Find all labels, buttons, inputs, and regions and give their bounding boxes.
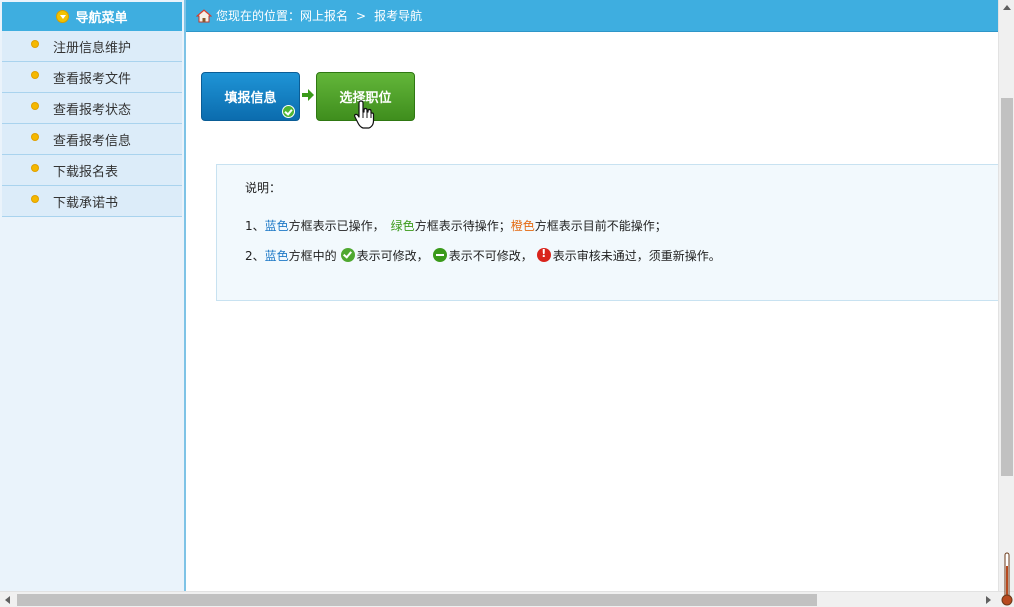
check-icon (282, 105, 295, 118)
legend-text: 方框中的 (288, 248, 337, 263)
line-number: 2、 (245, 248, 265, 263)
line-number: 1、 (245, 218, 265, 233)
editable-check-icon (340, 248, 355, 262)
rejected-alert-icon (536, 247, 551, 262)
horizontal-scroll-thumb[interactable] (17, 594, 817, 606)
sidebar-item-download-pledge[interactable]: 下载承诺书 (2, 186, 182, 217)
instructions-line-2: 2、 蓝色 方框中的 表示可修改， 表示不可修改， 表示审核未通过，须重新操作。 (245, 240, 998, 270)
sidebar-item-label: 查看报考状态 (53, 102, 132, 118)
bullet-icon (32, 196, 38, 202)
bullet-icon (32, 41, 38, 47)
sidebar-item-label: 查看报考信息 (53, 133, 132, 149)
scroll-up-arrow-icon[interactable] (1003, 5, 1011, 10)
sidebar-item-label: 下载承诺书 (53, 195, 119, 211)
home-icon (196, 8, 212, 22)
breadcrumb-item-online-registration[interactable]: 网上报名 (300, 7, 348, 24)
sidebar: 导航菜单 注册信息维护 查看报考文件 查看报考状态 查看报考信息 下载报名表 下… (0, 0, 186, 591)
bullet-icon (32, 165, 38, 171)
sidebar-item-exam-files[interactable]: 查看报考文件 (2, 62, 182, 93)
breadcrumb-separator: > (356, 8, 367, 23)
step-fill-info-button[interactable]: 填报信息 (201, 72, 300, 121)
arrow-right-icon (302, 89, 314, 101)
breadcrumb-item-exam-navigation: 报考导航 (374, 9, 423, 23)
thermometer-icon (1001, 552, 1013, 606)
vertical-scrollbar[interactable] (998, 0, 1014, 591)
legend-green: 绿色 (390, 218, 415, 233)
legend-not-editable-text: 表示不可修改， (448, 248, 533, 263)
sidebar-item-download-form[interactable]: 下载报名表 (2, 155, 182, 186)
legend-rejected-text: 表示审核未通过，须重新操作。 (552, 248, 721, 263)
sidebar-title: 导航菜单 (75, 11, 128, 26)
scroll-right-arrow-icon[interactable] (986, 596, 991, 604)
sidebar-item-exam-status[interactable]: 查看报考状态 (2, 93, 182, 124)
bullet-icon (32, 72, 38, 78)
sidebar-item-label: 注册信息维护 (53, 40, 132, 56)
legend-green-text: 方框表示待操作； (414, 218, 511, 233)
breadcrumb: 您现在的位置： 网上报名 > 报考导航 (186, 0, 998, 32)
instructions-line-1: 1、 蓝色 方框表示已操作， 绿色 方框表示待操作； 橙色 方框表示目前不能操作… (245, 210, 998, 240)
sidebar-item-label: 下载报名表 (53, 164, 119, 180)
collapse-arrow-icon[interactable] (56, 10, 70, 23)
horizontal-scrollbar[interactable] (0, 591, 1014, 607)
sidebar-item-exam-info[interactable]: 查看报考信息 (2, 124, 182, 155)
bullet-icon (32, 134, 38, 140)
sidebar-item-label: 查看报考文件 (53, 71, 132, 87)
step-label: 填报信息 (224, 91, 277, 106)
scroll-left-arrow-icon[interactable] (5, 596, 10, 604)
sidebar-item-registration-info[interactable]: 注册信息维护 (2, 31, 182, 62)
instructions-title: 说明： (245, 180, 282, 195)
legend-orange: 橙色 (510, 218, 535, 233)
bullet-icon (32, 103, 38, 109)
sidebar-header[interactable]: 导航菜单 (2, 2, 182, 31)
legend-blue-text: 方框表示已操作， (288, 218, 385, 233)
legend-editable-text: 表示可修改， (356, 248, 429, 263)
legend-orange-text: 方框表示目前不能操作； (534, 218, 667, 233)
hand-cursor-icon (354, 100, 375, 129)
not-editable-minus-icon (432, 248, 447, 262)
sidebar-menu: 注册信息维护 查看报考文件 查看报考状态 查看报考信息 下载报名表 下载承诺书 (2, 31, 182, 217)
instructions-panel: 说明： 1、 蓝色 方框表示已操作， 绿色 方框表示待操作； 橙色 方框表示目前… (216, 164, 998, 301)
vertical-scroll-thumb[interactable] (1001, 98, 1013, 476)
legend-blue: 蓝色 (264, 218, 289, 233)
breadcrumb-prefix: 您现在的位置： (216, 9, 301, 23)
legend-blue: 蓝色 (264, 248, 289, 263)
